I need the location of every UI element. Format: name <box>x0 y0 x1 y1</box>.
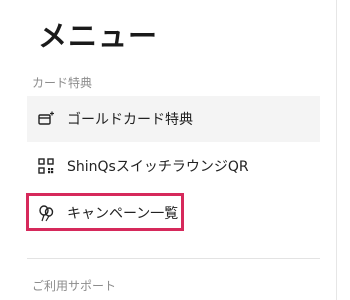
balloons-icon <box>37 204 55 222</box>
menu-item-label: ShinQsスイッチラウンジQR <box>67 159 249 175</box>
qr-code-icon <box>37 157 55 175</box>
menu-item-label: キャンペーン一覧 <box>67 206 179 222</box>
card-sparkle-icon <box>37 110 55 128</box>
menu-item-label: ゴールドカード特典 <box>67 112 193 128</box>
section-label-support: ご利用サポート <box>32 279 117 293</box>
section-label-card-benefits: カード特典 <box>32 76 93 90</box>
menu-item-campaign-list[interactable]: キャンペーン一覧 <box>27 190 320 236</box>
menu-panel: メニュー カード特典 ゴールドカード特典 ShinQsスイッチラウンジQR キャ… <box>0 0 337 300</box>
menu-item-gold-card-benefits[interactable]: ゴールドカード特典 <box>27 96 320 142</box>
page-title: メニュー <box>38 19 159 53</box>
menu-item-shinqs-switch-lounge-qr[interactable]: ShinQsスイッチラウンジQR <box>27 143 320 189</box>
divider <box>27 258 320 259</box>
